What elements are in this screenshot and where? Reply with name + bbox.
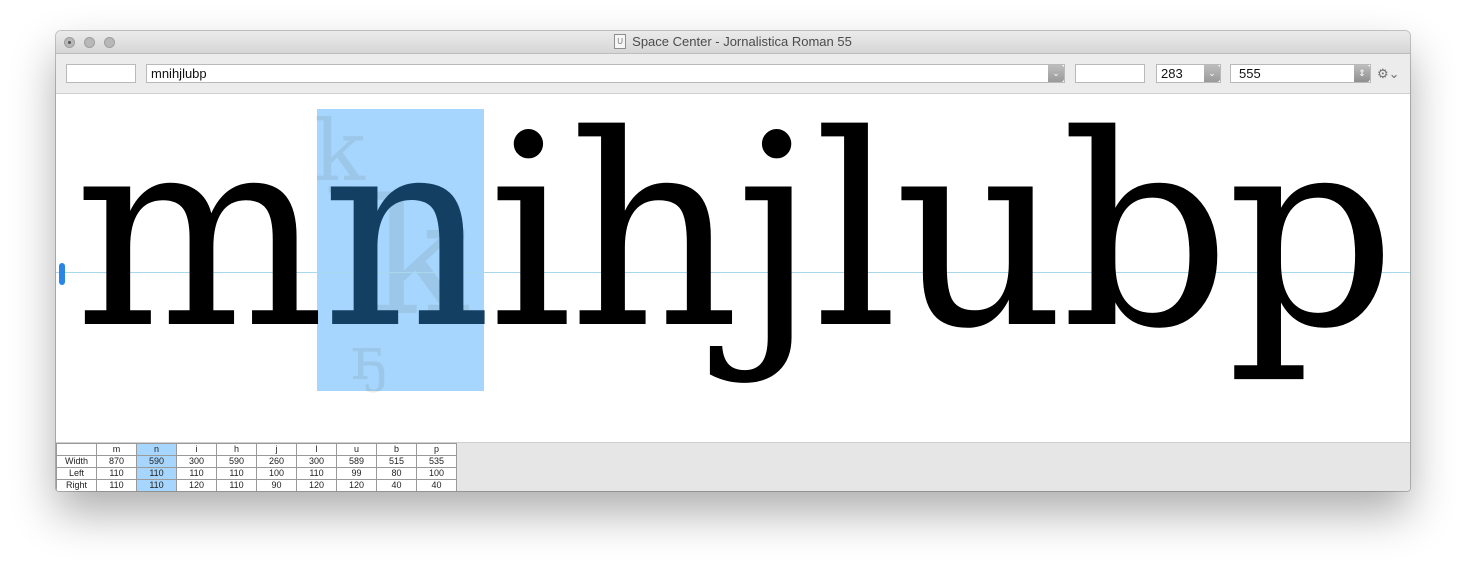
sample-text-after: ihjlubp bbox=[487, 94, 1396, 387]
metrics-cell-right[interactable]: 40 bbox=[416, 479, 457, 491]
metrics-glyph-header[interactable]: b bbox=[376, 443, 417, 456]
chevron-down-icon[interactable]: ⌄ bbox=[1204, 65, 1220, 82]
metrics-cell-width[interactable]: 535 bbox=[416, 455, 457, 468]
metrics-cell-left[interactable]: 80 bbox=[376, 467, 417, 480]
line-height-stepper[interactable]: 555 ⇕ bbox=[1230, 64, 1371, 83]
left-field[interactable] bbox=[66, 64, 136, 83]
metrics-cell-width[interactable]: 300 bbox=[296, 455, 337, 468]
metrics-cell-left[interactable]: 110 bbox=[96, 467, 137, 480]
window-title: Space Center - Jornalistica Roman 55 bbox=[632, 34, 852, 49]
middle-field[interactable] bbox=[1075, 64, 1145, 83]
metrics-glyph-header[interactable]: h bbox=[216, 443, 257, 456]
chevron-down-icon[interactable]: ⌄ bbox=[1048, 65, 1064, 82]
metrics-cell-width[interactable]: 300 bbox=[176, 455, 217, 468]
document-icon: U bbox=[614, 33, 627, 49]
metrics-row-label: Left bbox=[56, 467, 97, 480]
metrics-glyph-header[interactable]: m bbox=[96, 443, 137, 456]
metrics-cell-left[interactable]: 110 bbox=[296, 467, 337, 480]
size-value: 283 bbox=[1161, 66, 1183, 81]
metrics-cell-width[interactable]: 515 bbox=[376, 455, 417, 468]
metrics-row-right: Right 110 110 120 110 90 120 120 40 40 bbox=[56, 479, 457, 491]
metrics-cell-width[interactable]: 590 bbox=[136, 455, 177, 468]
text-input-value: mnihjlubp bbox=[151, 66, 207, 81]
sample-text-before: m bbox=[74, 94, 325, 387]
toolbar: mnihjlubp ⌄ 283 ⌄ 555 ⇕ ⚙⌄ bbox=[56, 54, 1410, 94]
glyph-preview-canvas[interactable]: ḵ k ҕ mnihjlubp bbox=[56, 94, 1410, 442]
metrics-corner-cell bbox=[56, 443, 97, 456]
metrics-table: m n i h j l u b p Width 870 590 300 590 260 300 589 515 53… bbox=[56, 443, 457, 491]
metrics-cell-width[interactable]: 590 bbox=[216, 455, 257, 468]
sample-text: mnihjlubp bbox=[74, 101, 1396, 366]
title-bar: U Space Center - Jornalistica Roman 55 bbox=[56, 31, 1410, 54]
stepper-arrows-icon[interactable]: ⇕ bbox=[1354, 65, 1370, 82]
metrics-cell-left[interactable]: 99 bbox=[336, 467, 377, 480]
metrics-row-label: Right bbox=[56, 479, 97, 491]
metrics-glyph-header[interactable]: u bbox=[336, 443, 377, 456]
metrics-cell-right[interactable]: 120 bbox=[296, 479, 337, 491]
metrics-cell-width[interactable]: 870 bbox=[96, 455, 137, 468]
metrics-row-width: Width 870 590 300 590 260 300 589 515 535 bbox=[56, 455, 457, 468]
metrics-header-row: mnihjlubp bbox=[56, 443, 457, 456]
metrics-cell-right[interactable]: 90 bbox=[256, 479, 297, 491]
metrics-row-left: Left 110 110 110 110 100 110 99 80 100 bbox=[56, 467, 457, 480]
metrics-cell-left[interactable]: 110 bbox=[176, 467, 217, 480]
baseline-handle[interactable] bbox=[59, 263, 65, 285]
size-combobox[interactable]: 283 ⌄ bbox=[1156, 64, 1221, 83]
metrics-glyph-header[interactable]: n bbox=[136, 443, 177, 456]
metrics-cell-right[interactable]: 110 bbox=[136, 479, 177, 491]
metrics-row-label: Width bbox=[56, 455, 97, 468]
metrics-cell-left[interactable]: 100 bbox=[416, 467, 457, 480]
metrics-cell-left[interactable]: 110 bbox=[136, 467, 177, 480]
metrics-cell-right[interactable]: 120 bbox=[336, 479, 377, 491]
text-input-combobox[interactable]: mnihjlubp ⌄ bbox=[146, 64, 1065, 83]
metrics-cell-right[interactable]: 40 bbox=[376, 479, 417, 491]
metrics-cell-right[interactable]: 110 bbox=[216, 479, 257, 491]
metrics-cell-width[interactable]: 260 bbox=[256, 455, 297, 468]
metrics-cell-left[interactable]: 100 bbox=[256, 467, 297, 480]
line-height-value: 555 bbox=[1239, 66, 1261, 81]
metrics-glyph-header[interactable]: i bbox=[176, 443, 217, 456]
sample-text-selected-glyph[interactable]: n bbox=[321, 94, 492, 387]
metrics-panel: m n i h j l u b p Width 870 590 300 590 260 300 589 515 53… bbox=[56, 442, 1410, 491]
metrics-cell-right[interactable]: 110 bbox=[96, 479, 137, 491]
metrics-glyph-header[interactable]: l bbox=[296, 443, 337, 456]
metrics-cell-width[interactable]: 589 bbox=[336, 455, 377, 468]
metrics-cell-left[interactable]: 110 bbox=[216, 467, 257, 480]
gear-icon[interactable]: ⚙⌄ bbox=[1377, 64, 1400, 83]
space-center-window: U Space Center - Jornalistica Roman 55 mn… bbox=[56, 31, 1410, 491]
metrics-cell-right[interactable]: 120 bbox=[176, 479, 217, 491]
metrics-glyph-header[interactable]: j bbox=[256, 443, 297, 456]
metrics-glyph-header[interactable]: p bbox=[416, 443, 457, 456]
